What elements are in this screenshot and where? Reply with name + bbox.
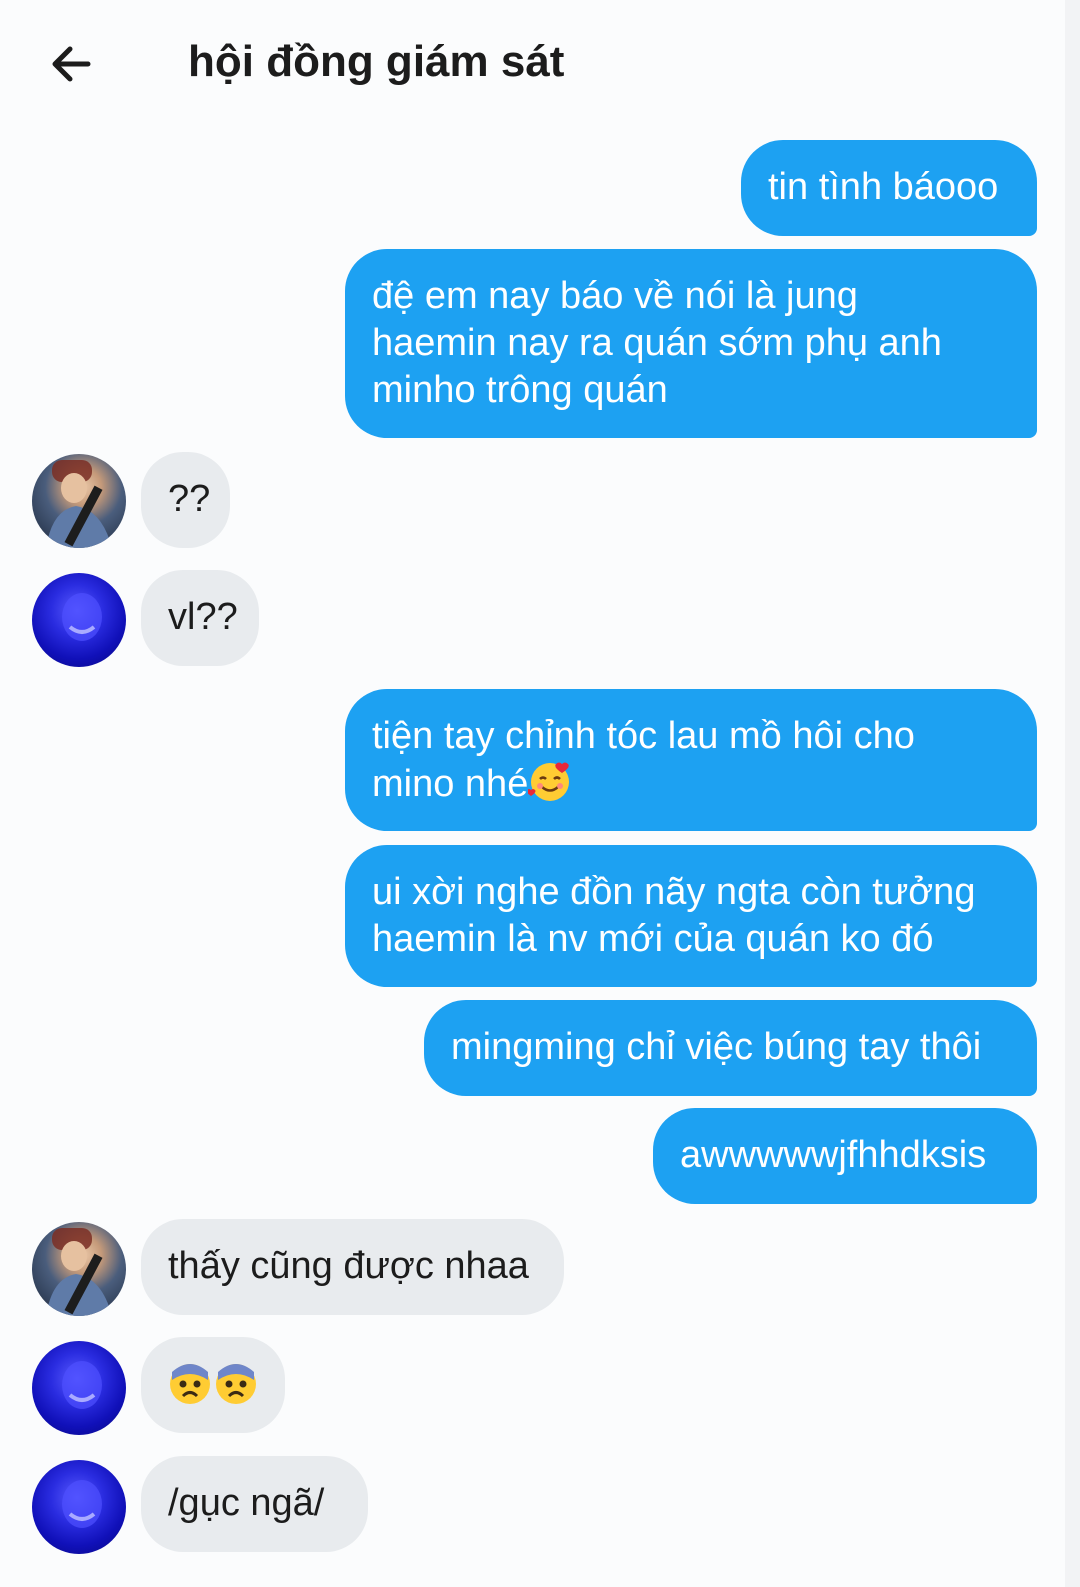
- chat-screen: hội đồng giám sát tin tình báooo đệ em n…: [0, 0, 1065, 1587]
- incoming-message[interactable]: [141, 1337, 285, 1433]
- avatar[interactable]: [32, 1460, 126, 1554]
- incoming-message[interactable]: /gục ngã/: [141, 1456, 368, 1552]
- message-text: ??: [168, 478, 211, 520]
- avatar-photo: [62, 1480, 102, 1528]
- outgoing-message[interactable]: đệ em nay báo về nói là jung haemin nay …: [345, 249, 1037, 438]
- avatar-photo: [62, 593, 102, 641]
- message-text: tin tình báooo: [768, 166, 999, 208]
- fearful-face-icon: [216, 1364, 256, 1404]
- avatar-photo: [62, 1361, 102, 1409]
- message-text-line: haemin là nv mới của quán ko đó: [372, 918, 934, 960]
- avatar-photo: [46, 460, 112, 548]
- message-text: /gục ngã/: [168, 1482, 325, 1524]
- message-text-line: mino nhé: [372, 763, 529, 805]
- fearful-face-icon: [170, 1364, 210, 1404]
- outgoing-message[interactable]: tiện tay chỉnh tóc lau mồ hôi cho mino n…: [345, 689, 1037, 831]
- message-text-line: ui xời nghe đồn nãy ngta còn tưởng: [372, 871, 976, 913]
- message-text: thấy cũng được nhaa: [168, 1245, 529, 1287]
- incoming-message[interactable]: vl??: [141, 570, 259, 666]
- message-text: vl??: [168, 596, 238, 638]
- message-text-line: đệ em nay báo về nói là jung: [372, 275, 858, 317]
- outgoing-message[interactable]: mingming chỉ việc búng tay thôi: [424, 1000, 1037, 1096]
- chat-title: hội đồng giám sát: [188, 37, 565, 86]
- incoming-message[interactable]: thấy cũng được nhaa: [141, 1219, 564, 1315]
- outgoing-message[interactable]: ui xời nghe đồn nãy ngta còn tưởng haemi…: [345, 845, 1037, 987]
- avatar[interactable]: [32, 573, 126, 667]
- smiling-face-with-hearts-icon: [526, 762, 570, 801]
- avatar[interactable]: [32, 454, 126, 548]
- message-text-line: tiện tay chỉnh tóc lau mồ hôi cho: [372, 715, 915, 757]
- edge-strip: [1065, 0, 1080, 1587]
- back-button[interactable]: [44, 36, 100, 92]
- message-text: awwwwwjfhhdksis: [680, 1134, 987, 1176]
- arrow-left-icon: [52, 46, 91, 82]
- avatar[interactable]: [32, 1341, 126, 1435]
- message-text: mingming chỉ việc búng tay thôi: [451, 1026, 982, 1068]
- message-text-line: minho trông quán: [372, 369, 668, 411]
- outgoing-message[interactable]: awwwwwjfhhdksis: [653, 1108, 1037, 1204]
- emoji-row: [168, 1362, 258, 1418]
- avatar[interactable]: [32, 1222, 126, 1316]
- avatar-photo: [46, 1228, 112, 1316]
- outgoing-message[interactable]: tin tình báooo: [741, 140, 1037, 236]
- chat-header: hội đồng giám sát: [0, 0, 1065, 125]
- incoming-message[interactable]: ??: [141, 452, 230, 548]
- message-text-line: haemin nay ra quán sớm phụ anh: [372, 322, 942, 364]
- message-text-line-with-emoji: mino nhé: [372, 760, 1010, 808]
